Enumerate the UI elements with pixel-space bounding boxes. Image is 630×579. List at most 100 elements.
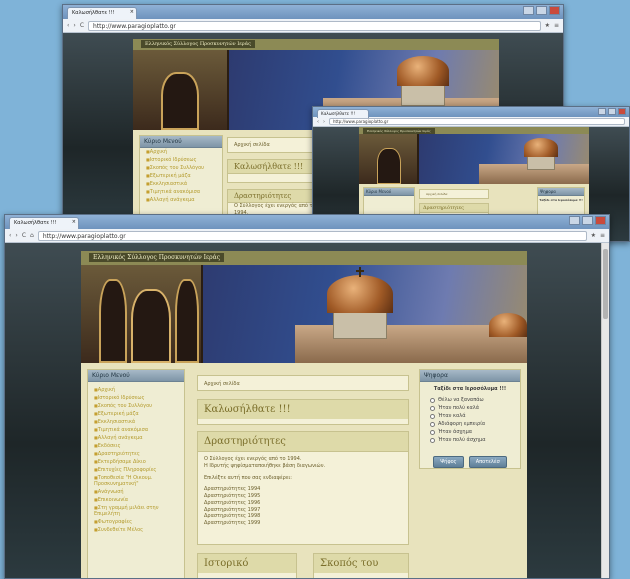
star-icon[interactable]: ★ [545, 22, 550, 29]
tab-close-icon[interactable]: × [72, 219, 76, 225]
sidebar-item-photos[interactable]: Φωτογραφίες [88, 518, 184, 526]
url-input[interactable]: http://www.paragioplatto.gr [88, 20, 541, 31]
sidebar-item[interactable]: Ανάγνωσή [88, 488, 184, 496]
poll-option[interactable]: Ήταν άσχημα [420, 428, 520, 436]
welcome-box: Καλωσήλθατε !!! [197, 399, 409, 425]
results-button[interactable]: Αποτελέσ [468, 456, 507, 468]
radio-icon[interactable] [430, 437, 435, 443]
sidebar-item[interactable]: Επιτυχίες Πληροφορίες [88, 466, 184, 474]
browser-tab[interactable]: Καλωσήλθατε !!! × [67, 7, 137, 19]
forward-arrow-icon[interactable]: › [15, 232, 17, 239]
sidebar-title: Κύριο Μενού [364, 188, 414, 196]
menu-item[interactable]: Ιστορικό Ιδρύσεως [140, 156, 222, 164]
back-arrow-icon[interactable]: ‹ [67, 22, 69, 29]
breadcrumb-box: Αρχική σελίδα [197, 375, 409, 391]
vote-button[interactable]: Ψήφος [433, 456, 464, 468]
site-header-text: Ελληνικός Σύλλογος Προσκυνητών Ιεράς [141, 40, 255, 48]
activities-link[interactable]: Δραστηριότητες 1998 [198, 513, 408, 520]
menu-item[interactable]: Εκκλησιαστικά [140, 180, 222, 188]
tab-bar: Καλωσήλθατε !!! × [63, 5, 563, 19]
menu-item[interactable]: Σκοπός του Συλλόγου [140, 164, 222, 172]
breadcrumb: Αρχική σελίδα [204, 381, 240, 387]
home-icon[interactable]: ⌂ [30, 232, 34, 239]
welcome-title: Καλωσήλθατε !!! [198, 400, 408, 419]
poll-option[interactable]: Θέλω να ξαναπάω [420, 396, 520, 404]
sidebar-item[interactable]: Στη γραμμή μιλάει στην Επιμελήτη [88, 504, 184, 518]
forward-arrow-icon[interactable]: › [323, 119, 325, 125]
tab-title: Καλωσήλθατε !!! [321, 111, 356, 116]
menu-item[interactable]: Αλλαγή ανάγκεμα [140, 196, 222, 204]
poll-option[interactable]: Ήταν καλά [420, 412, 520, 420]
menu-item[interactable]: Αρχική [140, 148, 222, 156]
minimize-button[interactable] [598, 108, 606, 115]
activities-text: Ο Σύλλογος έχει ενεργός από το 1994. [204, 456, 302, 462]
breadcrumb: Αρχική σελίδα [426, 192, 448, 196]
sidebar-item-activities[interactable]: Δραστηριότητες [88, 450, 184, 458]
address-bar-row: ‹ › C http://www.paragioplatto.gr ★ ≡ [63, 19, 563, 33]
radio-icon[interactable] [430, 405, 435, 411]
radio-icon[interactable] [430, 397, 435, 403]
activities-link[interactable]: Δραστηριότητες 1995 [198, 493, 408, 500]
sidebar-item[interactable]: Εξωτερική μάζα [88, 410, 184, 418]
minimize-button[interactable] [569, 216, 580, 225]
url-input[interactable]: http://www.paragioplatto.gr [329, 118, 625, 125]
back-arrow-icon[interactable]: ‹ [317, 119, 319, 125]
window-controls [569, 216, 606, 225]
sidebar-item-contact[interactable]: Επικοινωνία [88, 496, 184, 504]
close-window-button[interactable] [618, 108, 626, 115]
sidebar-item[interactable]: Τιμητικά ανακόμισα [88, 426, 184, 434]
church-dome-image [524, 138, 558, 157]
activities-link[interactable]: Δραστηριότητες 1996 [198, 500, 408, 507]
site-header-bar: Ελληνικός Σύλλογος Προσκυνητών Ιεράς [359, 127, 589, 134]
radio-icon[interactable] [430, 429, 435, 435]
tab-bar: Καλωσήλθατε !!! [313, 107, 629, 118]
site-header-bar: Ελληνικός Σύλλογος Προσκυνητών Ιεράς [81, 251, 527, 265]
sidebar-item[interactable]: Εκτερδήσαμε Δίκιο [88, 458, 184, 466]
sidebar-item[interactable]: Εκδόσεις [88, 442, 184, 450]
poll-panel: Ψηφορα Ταξίδι στα Ιεροσόλυμα !!! Θέλω να… [419, 369, 521, 469]
reload-icon[interactable]: C [80, 22, 84, 29]
activities-text: Η Ιδρυτής ψηφίσματαποιήθηκε βάση διαγωνι… [204, 462, 326, 469]
url-input[interactable]: http://www.paragioplatto.gr [37, 230, 587, 241]
poll-option[interactable]: Ήταν πολύ καλά [420, 404, 520, 412]
sidebar-item-history[interactable]: Ιστορικό Ιδρύσεως [88, 394, 184, 402]
sidebar-item-home[interactable]: Αρχική [88, 386, 184, 394]
page-scrollbar[interactable] [601, 243, 609, 578]
maximize-button[interactable] [582, 216, 593, 225]
sidebar-item[interactable]: Εκκλησιαστικά [88, 418, 184, 426]
sidebar-item-purpose[interactable]: Σκοπός του Συλλόγου [88, 402, 184, 410]
star-icon[interactable]: ★ [591, 232, 596, 239]
browser-tab[interactable]: Καλωσήλθατε !!! [317, 109, 369, 118]
browser-tab[interactable]: Καλωσήλθατε !!! × [9, 217, 79, 229]
radio-icon[interactable] [430, 413, 435, 419]
back-arrow-icon[interactable]: ‹ [9, 232, 11, 239]
sidebar-item[interactable]: Αλλαγή ανάγκεμα [88, 434, 184, 442]
activities-link[interactable]: Δραστηριότητες 1999 [198, 520, 408, 527]
menu-item[interactable]: Εξωτερική μάζα [140, 172, 222, 180]
reload-icon[interactable]: C [22, 232, 26, 239]
menu-icon[interactable]: ≡ [554, 22, 559, 29]
sidebar-item[interactable]: Τοποθεσία "Η Οικουμ. Προσκυνηματική" [88, 474, 184, 488]
history-title[interactable]: Ιστορικό [198, 554, 296, 573]
purpose-title[interactable]: Σκοπός του [314, 554, 408, 573]
forward-arrow-icon[interactable]: › [73, 22, 75, 29]
activities-title: Δραστηριότητες [198, 432, 408, 452]
tab-close-icon[interactable]: × [130, 9, 134, 15]
page-background: Ελληνικός Σύλλογος Προσκυνητών Ιεράς Κύρ… [5, 243, 609, 578]
maximize-button[interactable] [608, 108, 616, 115]
poll-option[interactable]: Αδιάφορη εμπειρία [420, 420, 520, 428]
radio-icon[interactable] [430, 421, 435, 427]
menu-item[interactable]: Τιμητικά ανακόμισα [140, 188, 222, 196]
poll-option[interactable]: Ήταν πολύ άσχημα [420, 436, 520, 444]
close-window-button[interactable] [549, 6, 560, 15]
activities-link[interactable]: Δραστηριότητες 1994 [198, 486, 408, 493]
menu-icon[interactable]: ≡ [600, 232, 605, 239]
sidebar-title: Κύριο Μενού [140, 136, 222, 148]
sidebar-item[interactable]: Συνδεθείτε Μέλος [88, 526, 184, 534]
minimize-button[interactable] [523, 6, 534, 15]
activities-title: Δραστηριότητες [420, 204, 488, 213]
close-window-button[interactable] [595, 216, 606, 225]
maximize-button[interactable] [536, 6, 547, 15]
address-bar-row: ‹ › C ⌂ http://www.paragioplatto.gr ★ ≡ [5, 229, 609, 243]
purpose-box: Σκοπός του [313, 553, 409, 578]
